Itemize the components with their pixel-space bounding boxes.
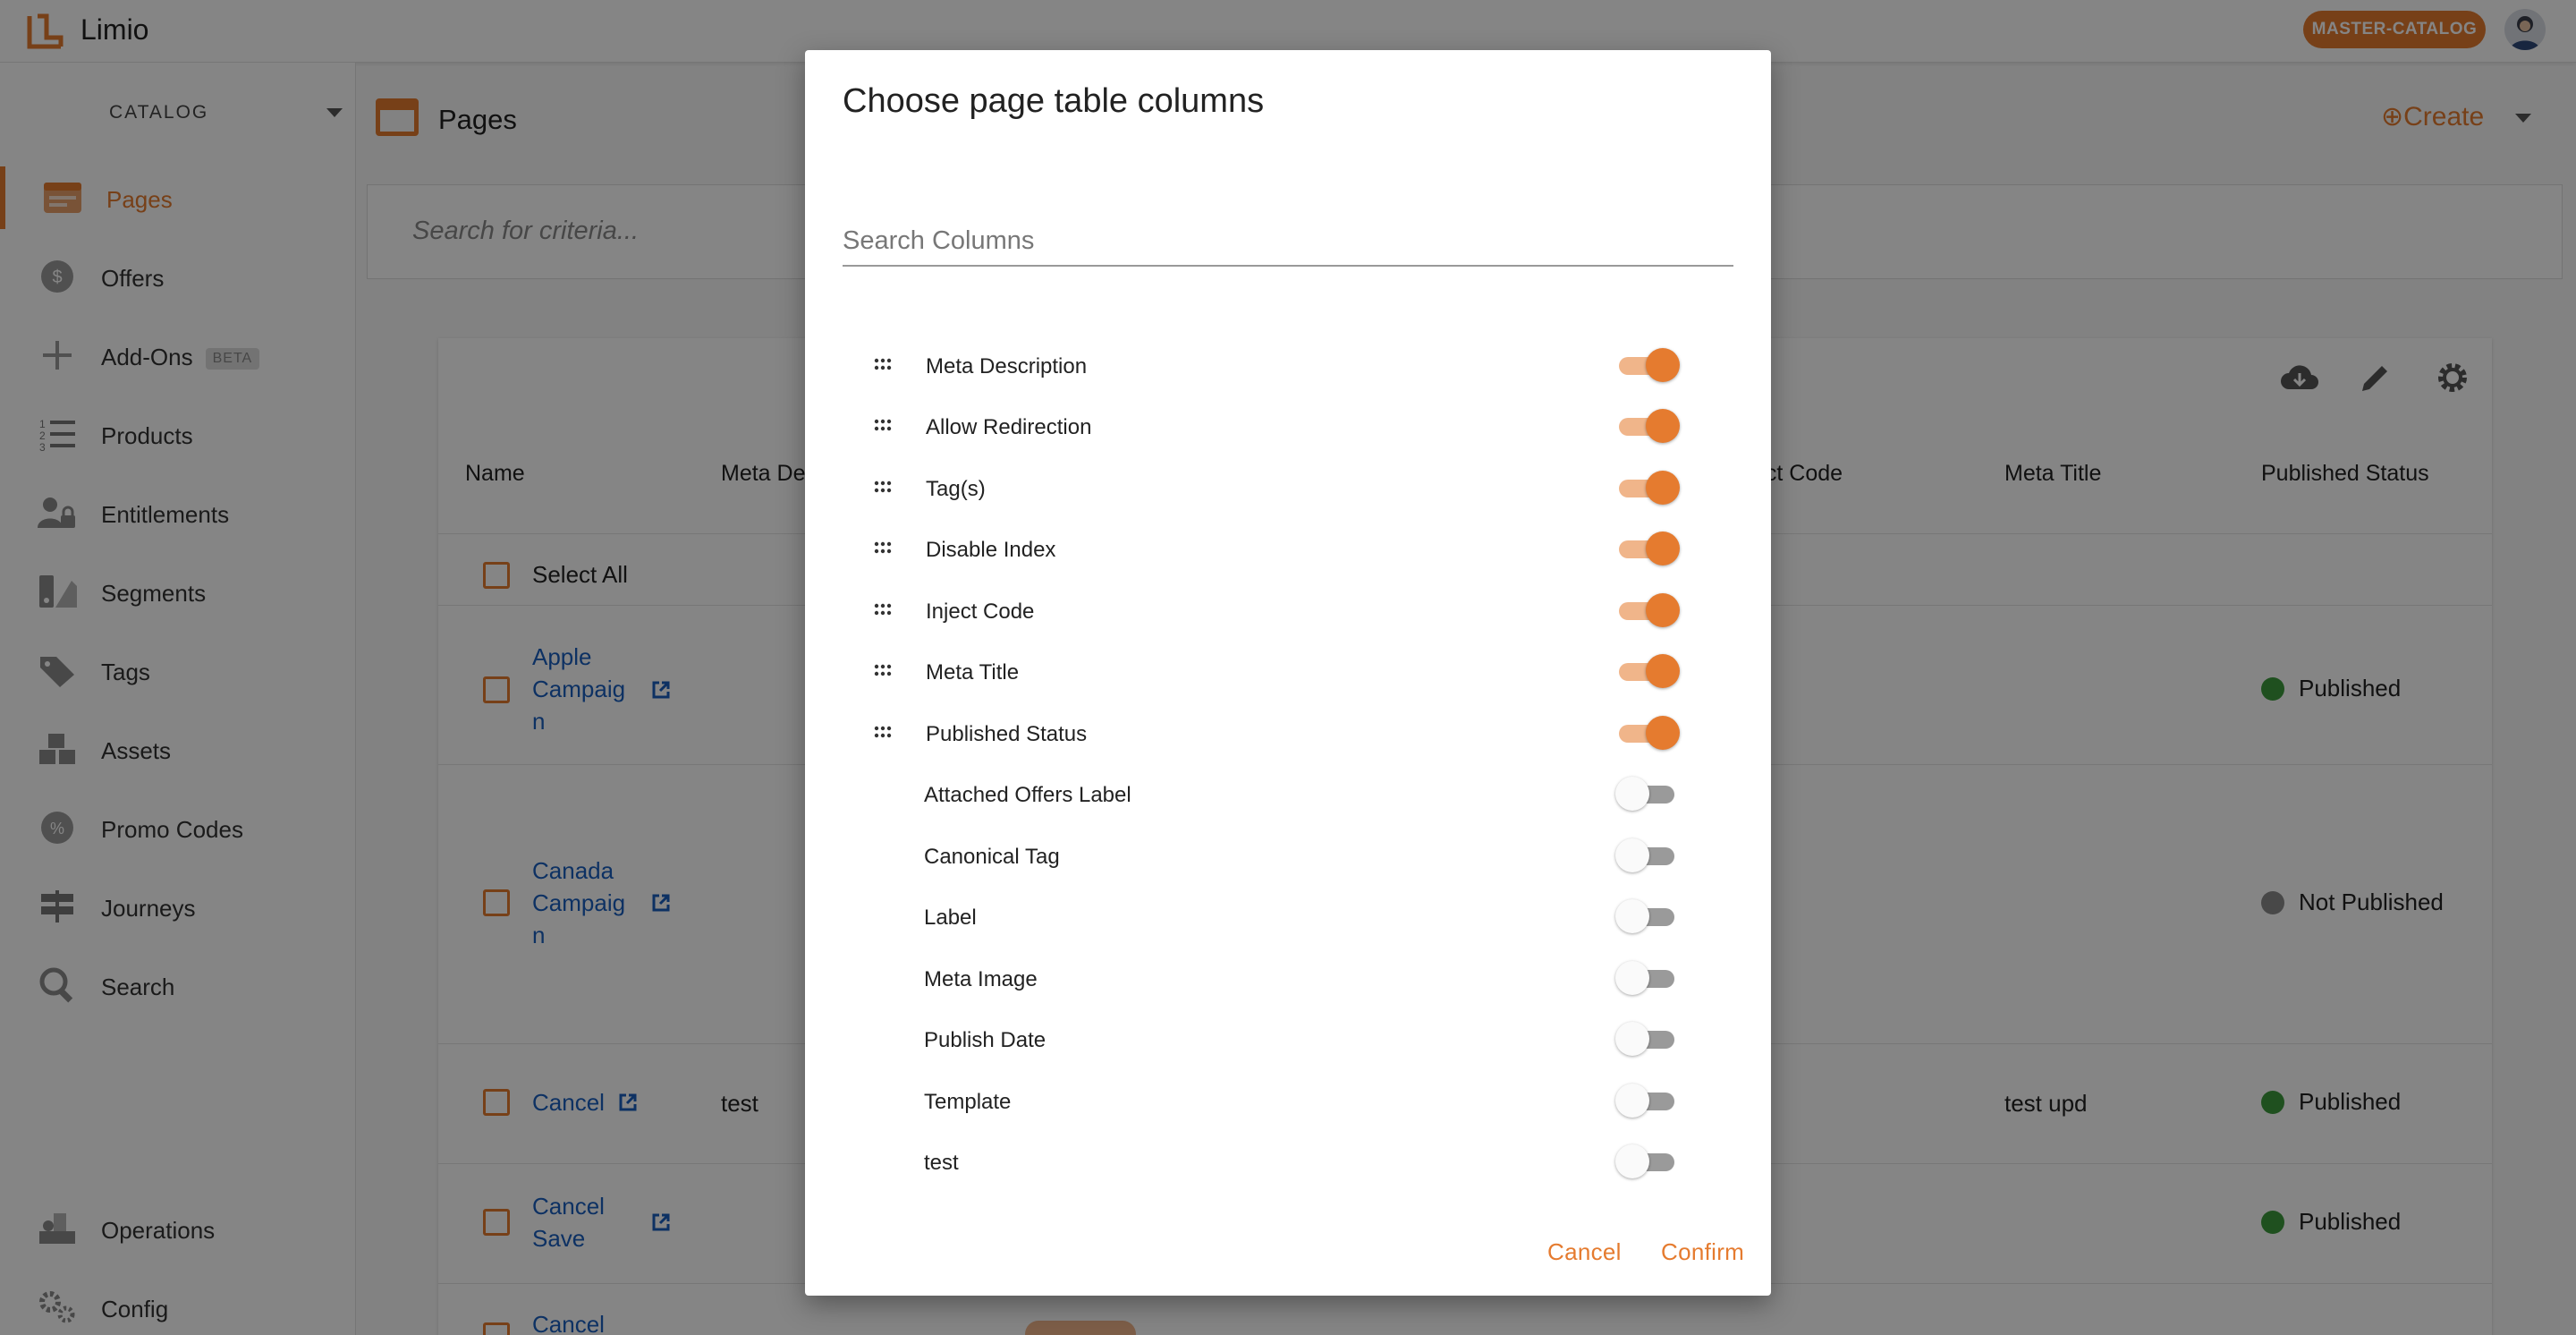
column-option-label: Disable Index xyxy=(926,538,1056,562)
column-option-label: Allow Redirection xyxy=(926,415,1092,439)
column-option-meta-description[interactable]: Meta Description xyxy=(843,336,1728,397)
column-option-tags[interactable]: Tag(s) xyxy=(843,459,1728,520)
drag-handle-icon[interactable] xyxy=(873,354,893,374)
drag-handle-icon[interactable] xyxy=(873,660,893,680)
column-option-label: Meta Image xyxy=(924,967,1038,991)
column-option-label: Published Status xyxy=(926,722,1088,746)
column-option-label: Template xyxy=(924,1090,1012,1114)
column-toggle[interactable] xyxy=(1615,470,1680,506)
column-option-disable-index[interactable]: Disable Index xyxy=(843,520,1728,581)
column-toggle[interactable] xyxy=(1615,1144,1680,1179)
column-chooser-dialog: Choose page table columns Meta Descripti… xyxy=(805,50,1771,1296)
search-columns-input[interactable] xyxy=(843,217,1733,265)
column-option-label: Tag(s) xyxy=(926,477,986,501)
column-option-meta-image[interactable]: Meta Image xyxy=(843,949,1728,1010)
search-columns-field[interactable] xyxy=(843,217,1733,267)
drag-handle-icon[interactable] xyxy=(873,415,893,435)
column-option-meta-title[interactable]: Meta Title xyxy=(843,642,1728,703)
column-toggle[interactable] xyxy=(1615,776,1680,812)
column-option-test[interactable]: test xyxy=(843,1133,1728,1194)
column-toggle[interactable] xyxy=(1615,960,1680,996)
drag-handle-icon[interactable] xyxy=(873,722,893,742)
column-option-label: Label xyxy=(924,906,977,930)
column-toggle[interactable] xyxy=(1615,838,1680,873)
column-option-label: test xyxy=(924,1151,959,1175)
column-option-label: Meta Title xyxy=(926,660,1020,685)
column-option-attached-offers-label[interactable]: Attached Offers Label xyxy=(843,765,1728,826)
column-toggle[interactable] xyxy=(1615,898,1680,934)
column-toggle[interactable] xyxy=(1615,1021,1680,1057)
drag-handle-icon[interactable] xyxy=(873,477,893,497)
dialog-title: Choose page table columns xyxy=(843,82,1265,120)
column-option-label-field[interactable]: Label xyxy=(843,888,1728,948)
column-option-label: Publish Date xyxy=(924,1028,1046,1052)
column-option-label: Canonical Tag xyxy=(924,845,1060,869)
column-toggle[interactable] xyxy=(1615,531,1680,566)
column-toggle[interactable] xyxy=(1615,653,1680,689)
column-toggle[interactable] xyxy=(1615,1083,1680,1118)
column-option-template[interactable]: Template xyxy=(843,1072,1728,1133)
drag-handle-icon[interactable] xyxy=(873,538,893,557)
confirm-button[interactable]: Confirm xyxy=(1661,1238,1744,1266)
column-toggle[interactable] xyxy=(1615,592,1680,628)
column-toggle[interactable] xyxy=(1615,347,1680,383)
column-option-label: Inject Code xyxy=(926,599,1035,624)
drag-handle-icon[interactable] xyxy=(873,599,893,619)
column-option-published-status[interactable]: Published Status xyxy=(843,704,1728,765)
column-option-canonical-tag[interactable]: Canonical Tag xyxy=(843,827,1728,888)
cancel-button[interactable]: Cancel xyxy=(1547,1238,1622,1266)
column-option-label: Attached Offers Label xyxy=(924,783,1131,807)
column-option-inject-code[interactable]: Inject Code xyxy=(843,582,1728,642)
column-option-allow-redirection[interactable]: Allow Redirection xyxy=(843,397,1728,458)
column-option-label: Meta Description xyxy=(926,354,1088,378)
column-toggle[interactable] xyxy=(1615,715,1680,751)
column-option-publish-date[interactable]: Publish Date xyxy=(843,1010,1728,1071)
column-toggle[interactable] xyxy=(1615,408,1680,444)
